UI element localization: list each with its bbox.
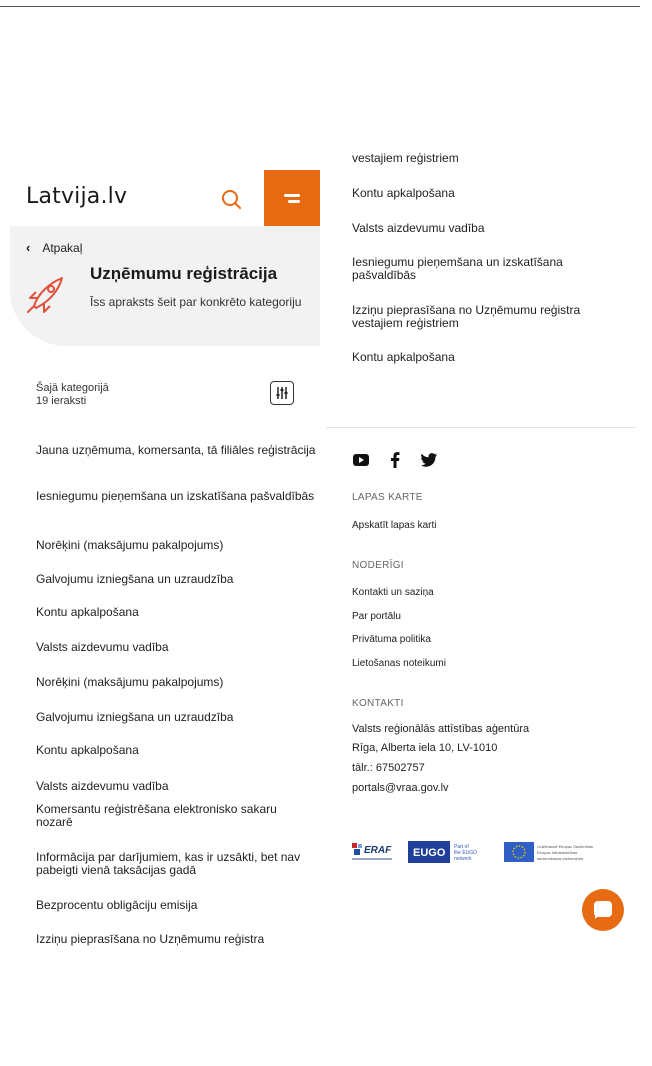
list-item[interactable]: Norēķini (maksājumu pakalpojums) [36, 539, 316, 552]
contact-email[interactable]: portals@vraa.gov.lv [352, 782, 449, 794]
eugo-badge-text: EUGO [413, 847, 446, 859]
list-item[interactable]: Iesniegumu pieņemšana un izskatīšana paš… [36, 490, 316, 503]
eraf-logo: ERAF [350, 840, 396, 864]
youtube-icon[interactable] [352, 452, 370, 468]
list-item[interactable]: Galvojumu izniegšana un uzraudzība [36, 711, 316, 724]
svg-text:Eiropas Infrastruktūras: Eiropas Infrastruktūras [537, 850, 577, 855]
category-count-label: Šajā kategorijā [36, 382, 109, 394]
list-item[interactable]: Galvojumu izniegšana un uzraudzība [36, 573, 316, 586]
footer-link-terms[interactable]: Lietošanas noteikumi [352, 658, 446, 669]
list-item[interactable]: Informācija par darījumiem, kas ir uzsāk… [36, 851, 316, 877]
contacts-heading: KONTAKTI [352, 698, 404, 709]
menu-button[interactable] [264, 170, 320, 226]
back-link[interactable]: ‹ Atpakaļ [26, 240, 82, 255]
list-item[interactable]: Bezprocentu obligāciju emisija [36, 899, 316, 912]
svg-text:Līdzfinansē Eiropas Savienības: Līdzfinansē Eiropas Savienības [537, 844, 593, 849]
chevron-left-icon: ‹ [26, 240, 31, 255]
list-item[interactable]: Kontu apkalpošana [36, 744, 316, 757]
eraf-logo-text: ERAF [364, 845, 392, 856]
useful-heading: NODERĪGI [352, 560, 404, 571]
menu-icon [284, 194, 300, 197]
category-count: Šajā kategorijā 19 ieraksti [36, 382, 109, 408]
list-item[interactable]: Kontu apkalpošana [352, 351, 602, 364]
list-item[interactable]: Valsts aizdevumu vadība [36, 641, 316, 654]
footer-divider [326, 427, 636, 428]
svg-text:network: network [454, 856, 472, 862]
sitemap-heading: LAPAS KARTE [352, 492, 423, 503]
footer-link-about[interactable]: Par portālu [352, 611, 401, 622]
category-hero: ‹ Atpakaļ Uzņēmumu reģistrācija Īss apra… [10, 226, 320, 346]
contact-phone: tālr.: 67502757 [352, 762, 425, 774]
chat-button[interactable] [582, 889, 624, 931]
list-item[interactable]: Komersantu reģistrēšana elektronisko sak… [36, 803, 316, 829]
svg-text:savienošanas instruments: savienošanas instruments [537, 856, 583, 861]
list-item[interactable]: Kontu apkalpošana [36, 606, 316, 619]
social-links [352, 452, 438, 468]
back-label: Atpakaļ [42, 240, 83, 255]
site-logo[interactable]: Latvija.lv [26, 184, 127, 209]
category-description: Īss apraksts šeit par konkrēto kategorij… [90, 295, 302, 309]
sitemap-link[interactable]: Apskatīt lapas karti [352, 520, 436, 531]
search-icon[interactable] [218, 186, 246, 214]
eugo-logo: EUGO Part of the EUGO network [408, 840, 492, 864]
list-item[interactable]: Jauna uzņēmuma, komersanta, tā filiāles … [36, 444, 316, 457]
list-item[interactable]: Izziņu pieprasīšana no Uzņēmumu reģistra… [352, 304, 602, 330]
list-item[interactable]: vestajiem reģistriem [352, 152, 602, 165]
filter-button[interactable] [270, 381, 294, 405]
chat-icon-tail [595, 914, 600, 919]
list-item[interactable]: Norēķini (maksājumu pakalpojums) [36, 676, 316, 689]
list-item[interactable]: Izziņu pieprasīšana no Uzņēmumu reģistra [36, 933, 316, 946]
category-title: Uzņēmumu reģistrācija [90, 264, 278, 283]
facebook-icon[interactable] [386, 452, 404, 468]
filter-icon [276, 387, 288, 399]
eu-cef-logo: Līdzfinansē Eiropas Savienības Eiropas I… [504, 840, 614, 864]
category-count-value: 19 ieraksti [36, 395, 87, 407]
twitter-icon[interactable] [420, 452, 438, 468]
partner-logos: ERAF EUGO Part of the EUGO network Līdzf… [350, 840, 614, 864]
list-item[interactable]: Kontu apkalpošana [352, 187, 602, 200]
footer-link-contacts[interactable]: Kontakti un saziņa [352, 587, 434, 598]
rocket-icon [27, 277, 63, 313]
contact-org: Valsts reģionālās attīstības aģentūra [352, 723, 530, 735]
list-item[interactable]: Valsts aizdevumu vadība [352, 222, 602, 235]
list-item[interactable]: Iesniegumu pieņemšana un izskatīšana paš… [352, 256, 602, 282]
footer-link-privacy[interactable]: Privātuma politika [352, 634, 431, 645]
menu-icon-bar [288, 200, 300, 203]
contact-address: Rīga, Alberta iela 10, LV-1010 [352, 742, 498, 754]
site-header: Latvija.lv [10, 170, 320, 226]
top-rule [0, 0, 640, 7]
list-item[interactable]: Valsts aizdevumu vadība [36, 780, 316, 793]
